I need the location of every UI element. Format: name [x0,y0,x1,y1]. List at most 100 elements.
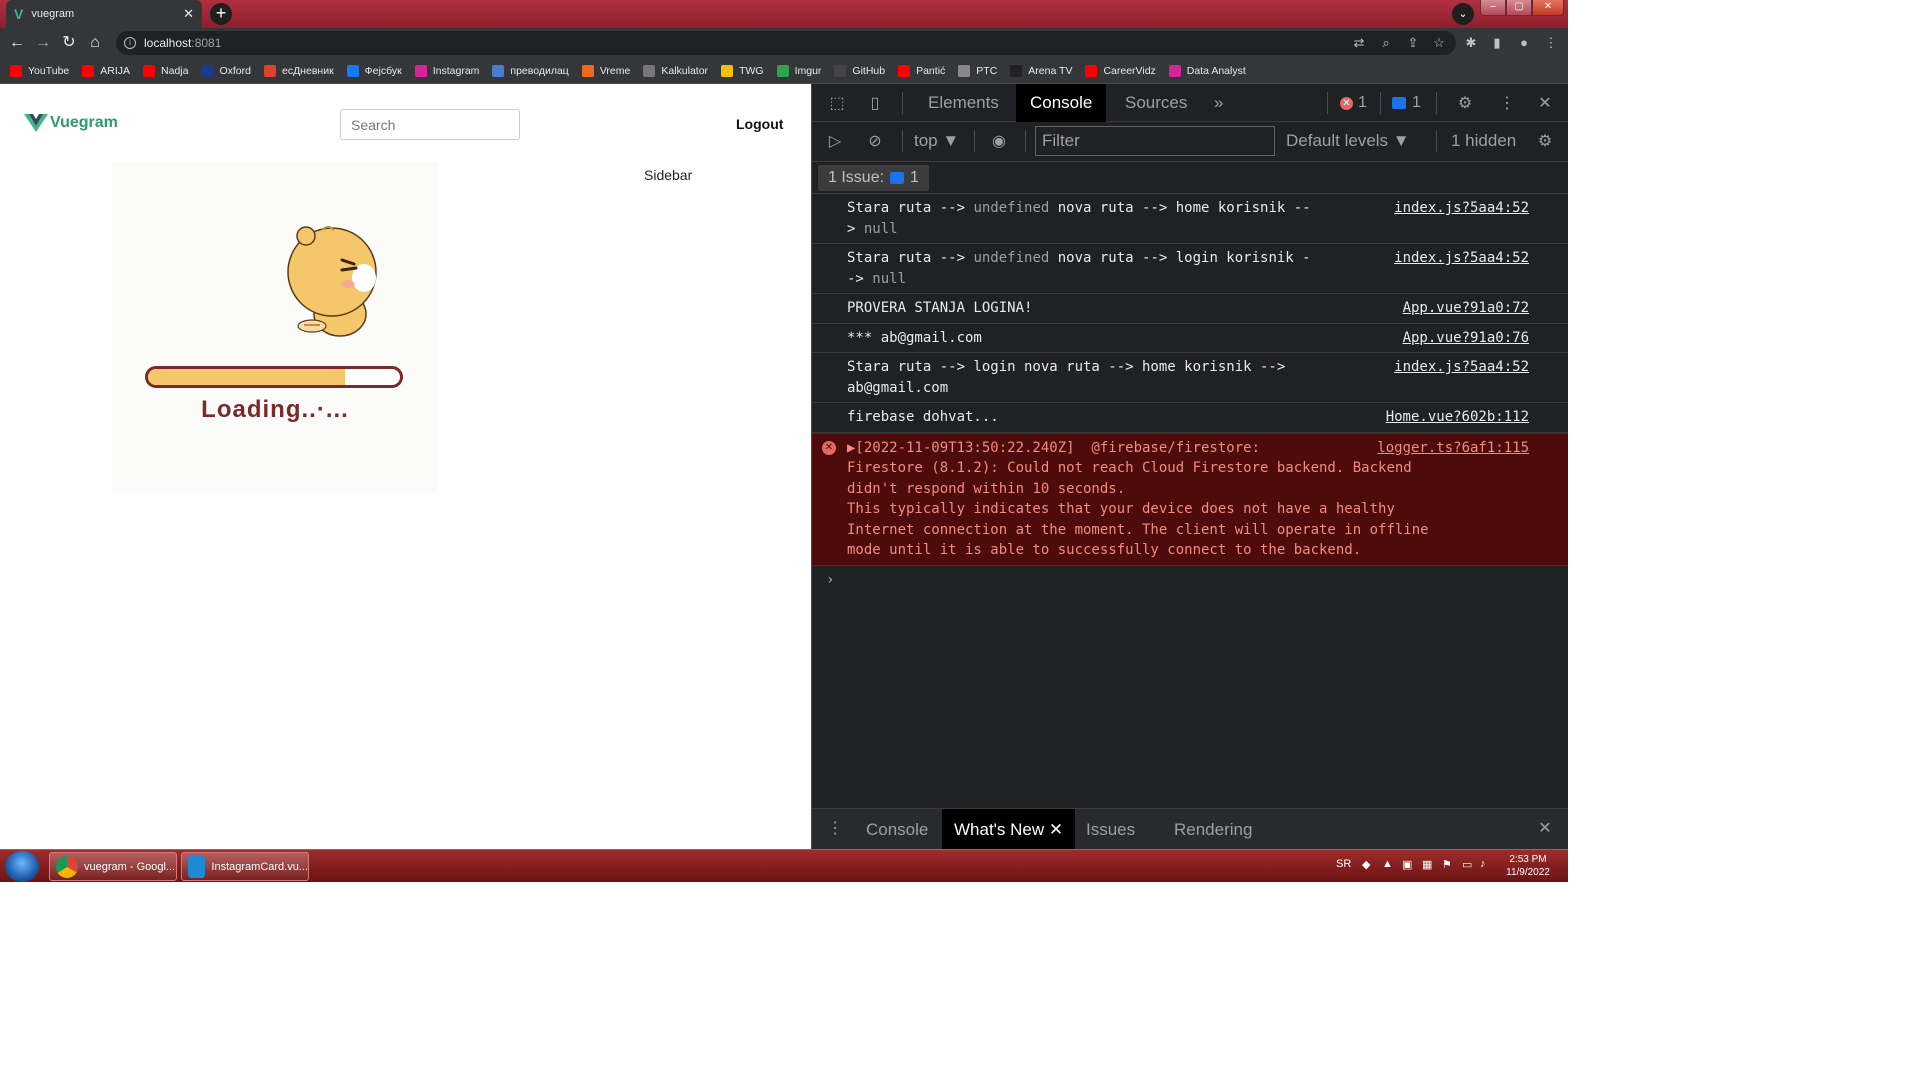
logout-link[interactable]: Logout [736,116,783,132]
app-brand[interactable]: Vuegram [24,114,118,132]
bookmark-item[interactable]: Instagram [414,64,479,77]
bookmark-star-icon[interactable]: ☆ [1428,32,1450,54]
console-prompt[interactable]: › [812,566,1568,594]
source-link[interactable]: App.vue?91a0:76 [1390,327,1529,348]
more-tabs-icon[interactable]: » [1200,84,1237,122]
site-info-icon[interactable]: i [124,37,136,49]
drawer-menu-icon[interactable]: ⋮ [824,818,846,840]
search-input[interactable] [340,109,520,140]
window-minimize-button[interactable]: – [1480,0,1506,16]
console-log-row[interactable]: Stara ruta --> login nova ruta --> home … [812,353,1568,403]
console-log-row[interactable]: firebase dohvat... Home.vue?602b:112 [812,403,1568,433]
bookmark-item[interactable]: YouTube [10,64,69,77]
bookmark-item[interactable]: Pantić [898,64,945,77]
tab-elements[interactable]: Elements [914,84,1013,122]
tray-flag-icon[interactable]: ⚑ [1442,858,1452,871]
inspect-element-icon[interactable]: ⬚ [826,93,848,115]
system-clock[interactable]: 2:53 PM 11/9/2022 [1500,853,1556,879]
error-count-badge[interactable]: ✕ 1 [1340,92,1367,114]
bookmark-item[interactable]: Nadja [143,64,188,77]
taskbar-item-chrome[interactable]: vuegram - Googl... [49,852,177,881]
tray-volume-icon[interactable]: ♪ [1480,858,1486,870]
bookmark-item[interactable]: ARIJA [82,64,130,77]
drawer-tab-console[interactable]: Console [854,809,940,850]
bookmark-item[interactable]: Oxford [201,64,251,77]
start-button[interactable] [5,851,39,882]
log-levels-dropdown[interactable]: Default levels ▼ [1286,131,1410,151]
live-expression-eye-icon[interactable]: ◉ [988,131,1010,153]
home-icon[interactable]: ⌂ [84,32,106,54]
bookmark-item[interactable]: GitHub [834,64,885,77]
bookmark-item[interactable]: CareerVidz [1085,64,1156,77]
bookmark-item[interactable]: TWG [721,64,764,77]
tray-monitor-icon[interactable]: ▭ [1462,858,1472,871]
console-log-row[interactable]: PROVERA STANJA LOGINA! App.vue?91a0:72 [812,294,1568,324]
address-bar[interactable]: i localhost:8081 [116,31,1456,55]
tray-usb-icon[interactable]: ▣ [1402,858,1412,871]
devtools-menu-icon[interactable]: ⋮ [1496,93,1518,115]
bookmark-item[interactable]: Data Analyst [1168,64,1246,77]
bookmark-item[interactable]: Kalkulator [643,64,708,77]
console-log-row[interactable]: *** ab@gmail.com App.vue?91a0:76 [812,324,1568,353]
bookmark-item[interactable]: преводилац [492,64,569,77]
source-link[interactable]: index.js?5aa4:52 [1382,357,1529,378]
context-selector[interactable]: top ▼ [914,131,959,151]
console-settings-gear-icon[interactable]: ⚙ [1534,131,1556,153]
source-link[interactable]: index.js?5aa4:52 [1382,198,1529,219]
bookmark-item[interactable]: Arena TV [1010,64,1072,77]
bookmark-item[interactable]: Vreme [581,64,630,77]
browser-tab[interactable]: V vuegram ✕ [6,0,202,28]
close-drawer-icon[interactable]: ✕ [1534,818,1556,840]
console-filter-input[interactable] [1035,126,1275,156]
taskbar-item-vscode[interactable]: InstagramCard.vu... [181,852,309,881]
close-tab-icon[interactable]: ✕ [1049,820,1063,839]
settings-gear-icon[interactable]: ⚙ [1454,93,1476,115]
reload-icon[interactable]: ↻ [58,32,80,54]
tray-app-icon[interactable]: ▦ [1422,858,1432,871]
side-panel-icon[interactable]: ▮ [1486,32,1508,54]
extensions-icon[interactable]: ✱ [1460,32,1482,54]
clear-console-icon[interactable]: ⊘ [864,131,886,153]
source-link[interactable]: index.js?5aa4:52 [1382,248,1529,269]
drawer-tab-whats-new[interactable]: What's New ✕ [942,809,1076,850]
back-icon[interactable]: ← [6,32,28,54]
vue-logo-icon [24,114,48,132]
language-indicator[interactable]: SR [1336,858,1351,870]
tray-network-icon[interactable]: ▲ [1382,858,1393,870]
bookmark-item[interactable]: Фејсбук [346,64,402,77]
new-tab-button[interactable]: + [210,3,232,25]
drawer-tab-issues[interactable]: Issues [1074,809,1147,850]
console-error-row[interactable]: ✕ ▶[2022-11-09T13:50:22.240Z] @firebase/… [812,432,1568,566]
url-host: localhost [144,36,192,50]
window-maximize-button[interactable]: ▢ [1506,0,1532,16]
profile-avatar-icon[interactable]: ● [1513,32,1535,54]
bookmark-item[interactable]: PTC [958,64,997,77]
chrome-icon [56,855,78,878]
divider [1436,130,1437,152]
drawer-tab-rendering[interactable]: Rendering [1162,809,1264,850]
close-devtools-icon[interactable]: ✕ [1534,93,1556,115]
tab-close-icon[interactable]: ✕ [183,6,194,22]
source-link[interactable]: logger.ts?6af1:115 [1365,437,1529,458]
sidebar-toggle-icon[interactable]: ▷ [824,131,846,153]
tab-search-icon[interactable]: ⌄ [1452,3,1474,25]
console-log-row[interactable]: Stara ruta --> undefined nova ruta --> l… [812,244,1568,294]
bookmark-item[interactable]: Imgur [776,64,821,77]
divider [1380,92,1381,114]
translate-icon[interactable]: ⇄ [1348,32,1370,54]
chrome-menu-icon[interactable]: ⋮ [1540,32,1562,54]
tab-sources[interactable]: Sources [1111,84,1201,122]
console-log-row[interactable]: Stara ruta --> undefined nova ruta --> h… [812,194,1568,244]
message-count-badge[interactable]: 1 [1392,92,1421,114]
share-icon[interactable]: ⇪ [1402,32,1424,54]
bookmark-item[interactable]: есДневник [263,64,334,77]
zoom-icon[interactable]: ⌕ [1375,32,1397,54]
tray-shield-icon[interactable]: ◆ [1362,858,1370,871]
window-close-button[interactable]: ✕ [1532,0,1564,16]
issues-button[interactable]: 1 Issue: 1 [818,165,929,191]
source-link[interactable]: App.vue?91a0:72 [1390,298,1529,319]
tab-console[interactable]: Console [1016,84,1107,122]
device-toolbar-icon[interactable]: ▯ [864,93,886,115]
source-link[interactable]: Home.vue?602b:112 [1373,407,1529,428]
forward-icon[interactable]: → [32,32,54,54]
